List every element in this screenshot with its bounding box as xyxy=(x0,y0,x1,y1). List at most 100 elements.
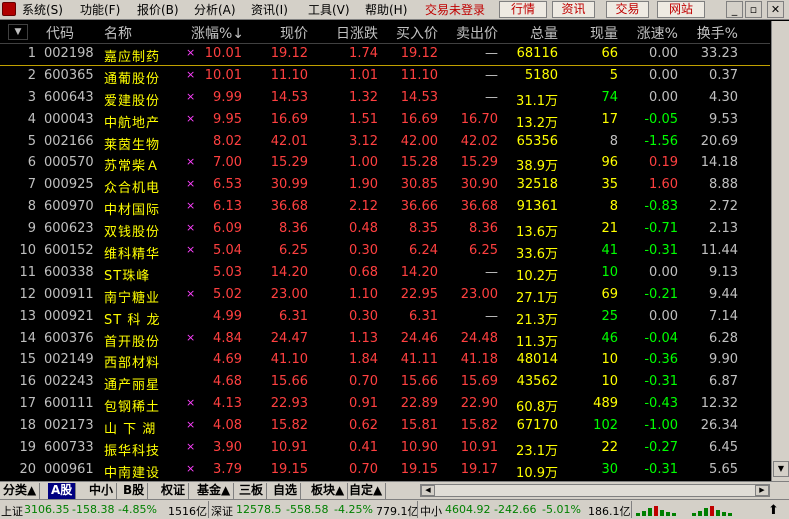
tab-7[interactable]: 自选 xyxy=(270,483,302,499)
table-row[interactable]: 4 000043 中航地产 × 9.95 16.69 1.51 16.69 16.70 13.2万… xyxy=(0,110,770,132)
turnover-pct: 20.69 xyxy=(700,133,738,149)
current-volume: 8 xyxy=(609,199,618,215)
col-change-pct[interactable]: 涨幅%↓ xyxy=(184,23,244,43)
price: 6.31 xyxy=(279,308,308,324)
ask-price: 6.25 xyxy=(469,243,498,259)
day-change: 1.10 xyxy=(349,286,378,302)
close-icon[interactable]: ✕ xyxy=(767,1,784,18)
col-volume[interactable]: 总量 xyxy=(500,23,558,43)
table-row[interactable]: 13 000921 ST 科 龙 4.99 6.31 0.30 6.31 — 21.3万 25 0.… xyxy=(0,307,770,329)
tab-1[interactable]: A股 xyxy=(48,483,77,499)
connection-status-icon[interactable]: ⬆ xyxy=(768,503,779,518)
turnover-pct: 8.88 xyxy=(709,177,738,193)
minimize-icon[interactable]: _ xyxy=(726,1,743,18)
menu-analysis[interactable]: 分析(A) xyxy=(194,3,236,17)
speed-pct: -1.00 xyxy=(644,418,678,434)
col-name[interactable]: 名称 xyxy=(104,23,132,43)
tab-3[interactable]: B股 xyxy=(120,483,149,499)
selected-mark: × xyxy=(186,177,196,191)
table-row[interactable]: 8 600970 中材国际 × 6.13 36.68 2.12 36.66 36.68 91361… xyxy=(0,197,770,219)
table-row[interactable]: 14 600376 首开股份 × 4.84 24.47 1.13 24.46 24.48 11.3… xyxy=(0,329,770,351)
tab-0[interactable]: 分类▲ xyxy=(0,483,41,499)
scroll-left-icon[interactable]: ◀ xyxy=(421,485,435,496)
col-day-change[interactable]: 日涨跌 xyxy=(312,23,378,43)
speed-pct: -0.27 xyxy=(644,440,678,456)
price: 14.53 xyxy=(270,89,308,105)
menu-quote[interactable]: 报价(B) xyxy=(137,3,179,17)
scroll-right-icon[interactable]: ▶ xyxy=(755,485,769,496)
bid-price: 15.81 xyxy=(400,418,438,434)
menu-tools[interactable]: 工具(V) xyxy=(308,3,350,17)
news-button[interactable]: 资讯 xyxy=(552,1,595,18)
price: 15.66 xyxy=(270,374,308,390)
col-code[interactable]: 代码 xyxy=(46,23,74,43)
day-change: 0.70 xyxy=(349,374,378,390)
speed-pct: -1.56 xyxy=(644,133,678,149)
bid-price: 22.95 xyxy=(400,286,438,302)
table-row[interactable]: 15 002149 西部材料 4.69 41.10 1.84 41.11 41.18 48014… xyxy=(0,350,770,372)
total-volume: 5180 xyxy=(524,67,558,83)
table-row[interactable]: 20 000961 中南建设 × 3.79 19.15 0.70 19.15 19.17 10.9… xyxy=(0,460,770,482)
tab-6[interactable]: 三板 xyxy=(236,483,268,499)
table-row[interactable]: 11 600338 ST珠峰 5.03 14.20 0.68 14.20 — 10.2万 10 0.… xyxy=(0,263,770,285)
change-pct: 7.00 xyxy=(213,155,242,171)
website-button[interactable]: 网站 xyxy=(657,1,705,18)
table-row[interactable]: 16 002243 通产丽星 4.68 15.66 0.70 15.66 15.69 43562… xyxy=(0,372,770,394)
stock-name: ST珠峰 xyxy=(104,268,151,284)
col-ask[interactable]: 卖出价 xyxy=(440,23,498,43)
selected-mark: × xyxy=(186,330,196,344)
ask-price: 42.02 xyxy=(460,133,498,149)
selected-mark: × xyxy=(186,286,196,300)
restore-icon[interactable]: ▫ xyxy=(745,1,762,18)
price: 24.47 xyxy=(270,330,308,346)
table-row[interactable]: 1 002198 嘉应制药 × 10.01 19.12 1.74 19.12 — 68116 66 0… xyxy=(0,44,770,66)
current-volume: 5 xyxy=(609,67,618,83)
col-price[interactable]: 现价 xyxy=(244,23,308,43)
menu-system[interactable]: 系统(S) xyxy=(22,3,63,17)
selected-mark: × xyxy=(186,396,196,410)
menu-help[interactable]: 帮助(H) xyxy=(365,3,407,17)
col-turnover[interactable]: 换手% xyxy=(680,23,738,43)
scroll-down-icon[interactable]: ▼ xyxy=(773,461,789,477)
tab-4[interactable]: 权证 xyxy=(158,483,190,499)
column-menu-dropdown-icon[interactable]: ▼ xyxy=(8,24,28,40)
stock-name: 众合机电 xyxy=(104,181,161,197)
menu-info[interactable]: 资讯(I) xyxy=(251,3,288,17)
menu-function[interactable]: 功能(F) xyxy=(80,3,120,17)
row-number: 19 xyxy=(19,440,36,456)
table-row[interactable]: 6 000570 苏常柴Ａ × 7.00 15.29 1.00 15.28 15.29 38.9万… xyxy=(0,153,770,175)
row-number: 1 xyxy=(27,46,36,61)
ask-price: 36.68 xyxy=(460,199,498,215)
selected-mark: × xyxy=(186,461,196,475)
col-current-volume[interactable]: 现量 xyxy=(560,23,618,43)
col-bid[interactable]: 买入价 xyxy=(380,23,438,43)
vertical-scrollbar[interactable]: ▼ xyxy=(771,21,789,481)
table-row[interactable]: 12 000911 南宁糖业 × 5.02 23.00 1.10 22.95 23.00 27.1… xyxy=(0,285,770,307)
tab-2[interactable]: 中小 xyxy=(86,483,118,499)
stock-name: 山 下 湖 xyxy=(104,422,157,438)
table-row[interactable]: 7 000925 众合机电 × 6.53 30.99 1.90 30.85 30.90 32518… xyxy=(0,175,770,197)
table-row[interactable]: 2 600365 通葡股份 × 10.01 11.10 1.01 11.10 — 5180 5 0.0… xyxy=(0,66,770,88)
stock-code: 600733 xyxy=(44,440,94,456)
current-volume: 489 xyxy=(593,396,618,412)
tab-8[interactable]: 板块▲ xyxy=(308,483,349,499)
trade-button[interactable]: 交易 xyxy=(606,1,649,18)
table-row[interactable]: 10 600152 维科精华 × 5.04 6.25 0.30 6.24 6.25 33.6万 41… xyxy=(0,241,770,263)
table-row[interactable]: 9 600623 双钱股份 × 6.09 8.36 0.48 8.35 8.36 13.6万 21 -… xyxy=(0,219,770,241)
tab-9[interactable]: 自定▲ xyxy=(346,483,387,499)
table-row[interactable]: 5 002166 莱茵生物 8.02 42.01 3.12 42.00 42.02 65356 8… xyxy=(0,132,770,154)
col-speed[interactable]: 涨速% xyxy=(620,23,678,43)
row-number: 20 xyxy=(19,461,36,477)
table-row[interactable]: 19 600733 振华科技 × 3.90 10.91 0.41 10.90 10.91 23.1… xyxy=(0,438,770,460)
stock-name: 中南建设 xyxy=(104,465,161,481)
table-row[interactable]: 17 600111 包钢稀土 × 4.13 22.93 0.91 22.89 22.90 60.8… xyxy=(0,394,770,416)
price: 8.36 xyxy=(279,221,308,237)
quotes-button[interactable]: 行情 xyxy=(499,1,547,18)
stock-code: 002243 xyxy=(44,374,94,390)
horizontal-scrollbar[interactable]: ◀ ▶ xyxy=(420,484,770,497)
speed-pct: 0.00 xyxy=(649,308,678,324)
table-row[interactable]: 3 600643 爱建股份 × 9.99 14.53 1.32 14.53 — 31.1万 74 0.… xyxy=(0,88,770,110)
sh-breadth-bars-icon xyxy=(636,504,686,516)
table-row[interactable]: 18 002173 山 下 湖 × 4.08 15.82 0.62 15.81 15.82 671… xyxy=(0,416,770,438)
tab-5[interactable]: 基金▲ xyxy=(194,483,235,499)
